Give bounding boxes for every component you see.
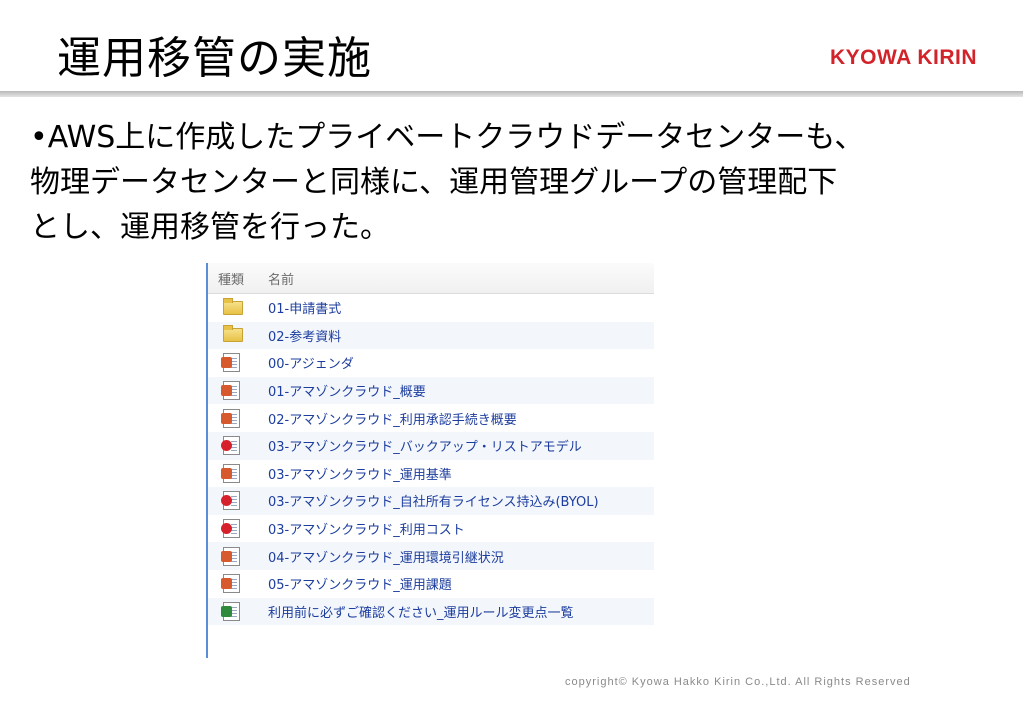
body-text: •AWS上に作成したプライベートクラウドデータセンターも、 物理データセンターと… [30,115,1000,250]
file-name[interactable]: 01-アマゾンクラウド_概要 [268,381,426,400]
list-item[interactable]: 04-アマゾンクラウド_運用環境引継状況 [208,542,654,570]
file-name[interactable]: 02-アマゾンクラウド_利用承認手続き概要 [268,409,517,428]
column-header-type[interactable]: 種類 [208,269,258,288]
icon-cell [208,601,268,621]
column-header-name[interactable]: 名前 [258,269,294,288]
icon-cell [208,574,268,594]
xls-icon [221,601,240,621]
slide-title: 運用移管の実施 [57,33,372,84]
file-rows: 01-申請書式 02-参考資料 00-アジェンダ 01-アマゾンクラウド_概要 02-ア… [208,294,654,626]
file-list: 種類 名前 01-申請書式 02-参考資料 00-アジェンダ 01-アマゾンクラウド_… [206,263,654,658]
list-item[interactable]: 05-アマゾンクラウド_運用課題 [208,570,654,598]
icon-cell [208,519,268,539]
file-name[interactable]: 01-申請書式 [268,298,341,317]
file-name[interactable]: 03-アマゾンクラウド_運用基準 [268,464,452,483]
file-name[interactable]: 05-アマゾンクラウド_運用課題 [268,574,452,593]
icon-cell [208,381,268,401]
list-item[interactable]: 03-アマゾンクラウド_運用基準 [208,460,654,488]
list-item[interactable]: 03-アマゾンクラウド_バックアップ・リストアモデル [208,431,654,460]
ppt-icon [221,353,240,373]
list-item[interactable]: 01-アマゾンクラウド_概要 [208,376,654,405]
file-name[interactable]: 04-アマゾンクラウド_運用環境引継状況 [268,547,504,566]
icon-cell [208,546,268,566]
list-item[interactable]: 00-アジェンダ [208,349,654,377]
ppt-icon [221,408,240,428]
list-item[interactable]: 01-申請書式 [208,294,654,322]
icon-cell [208,325,268,343]
file-name[interactable]: 03-アマゾンクラウド_バックアップ・リストアモデル [268,436,582,455]
folder-icon [223,297,243,315]
list-item[interactable]: 02-アマゾンクラウド_利用承認手続き概要 [208,404,654,432]
icon-cell [208,463,268,483]
list-item[interactable]: 03-アマゾンクラウド_利用コスト [208,515,654,543]
file-name[interactable]: 03-アマゾンクラウド_自社所有ライセンス持込み(BYOL) [268,491,599,510]
file-name[interactable]: 03-アマゾンクラウド_利用コスト [268,519,465,538]
body-line: とし、運用移管を行った。 [30,210,390,245]
ppt-icon [221,463,240,483]
file-name[interactable]: 02-参考資料 [268,326,341,345]
title-divider [0,91,1023,97]
body-line: •AWS上に作成したプライベートクラウドデータセンターも、 [30,120,865,155]
file-name[interactable]: 00-アジェンダ [268,353,354,372]
brand-logo: KYOWA KIRIN [830,46,978,69]
icon-cell [208,353,268,373]
icon-cell [208,491,268,511]
pdf-icon [221,436,240,456]
list-header: 種類 名前 [208,263,654,294]
list-item[interactable]: 02-参考資料 [208,321,654,350]
copyright-notice: copyright© Kyowa Hakko Kirin Co.,Ltd. Al… [565,676,911,688]
ppt-icon [221,381,240,401]
file-name[interactable]: 利用前に必ずご確認ください_運用ルール変更点一覧 [268,602,574,621]
pdf-icon [221,491,240,511]
pdf-icon [221,519,240,539]
icon-cell [208,297,268,315]
ppt-icon [221,574,240,594]
body-line: 物理データセンターと同様に、運用管理グループの管理配下 [30,165,838,200]
icon-cell [208,408,268,428]
icon-cell [208,436,268,456]
ppt-icon [221,546,240,566]
folder-icon [223,325,243,343]
list-item[interactable]: 利用前に必ずご確認ください_運用ルール変更点一覧 [208,597,654,626]
list-item[interactable]: 03-アマゾンクラウド_自社所有ライセンス持込み(BYOL) [208,487,654,515]
